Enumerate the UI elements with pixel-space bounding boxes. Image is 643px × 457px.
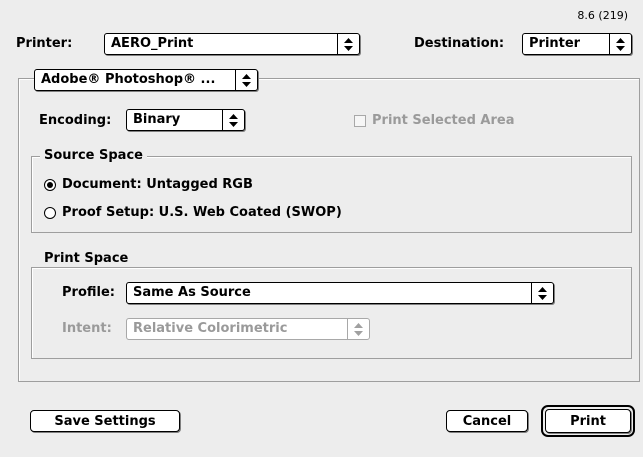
- encoding-label: Encoding:: [39, 113, 112, 128]
- save-settings-button[interactable]: Save Settings: [30, 410, 180, 432]
- source-document-radio[interactable]: [44, 179, 56, 191]
- destination-label: Destination:: [414, 36, 505, 51]
- source-proof-setup-radio[interactable]: [44, 207, 56, 219]
- print-button[interactable]: Print: [545, 409, 631, 433]
- up-down-arrows-icon: [609, 34, 631, 54]
- up-down-arrows-icon: [235, 70, 257, 90]
- printer-value: AERO_Print: [111, 36, 194, 51]
- intent-label: Intent:: [62, 321, 112, 336]
- version-label: 8.6 (219): [577, 9, 628, 22]
- encoding-value: Binary: [133, 112, 181, 127]
- source-proof-setup-label: Proof Setup: U.S. Web Coated (SWOP): [62, 205, 342, 220]
- source-space-title: Source Space: [40, 148, 147, 164]
- panel-popup[interactable]: Adobe® Photoshop® ...: [34, 69, 258, 91]
- print-selected-area-checkbox[interactable]: [354, 115, 366, 127]
- intent-value: Relative Colorimetric: [133, 321, 288, 336]
- panel-popup-value: Adobe® Photoshop® ...: [41, 72, 216, 87]
- up-down-arrows-icon: [347, 319, 369, 339]
- source-space-group: [31, 156, 632, 233]
- intent-popup[interactable]: Relative Colorimetric: [126, 318, 370, 340]
- up-down-arrows-icon: [222, 110, 244, 130]
- source-document-label: Document: Untagged RGB: [62, 177, 253, 192]
- profile-popup[interactable]: Same As Source: [126, 282, 554, 304]
- print-dialog: { "version": "8.6 (219)", "printer": { "…: [0, 0, 643, 457]
- profile-label: Profile:: [62, 285, 115, 300]
- encoding-popup[interactable]: Binary: [126, 109, 245, 131]
- print-space-title: Print Space: [40, 251, 133, 267]
- destination-popup[interactable]: Printer: [522, 33, 632, 55]
- print-space-group: [31, 267, 632, 359]
- profile-value: Same As Source: [133, 285, 251, 300]
- printer-popup[interactable]: AERO_Print: [104, 33, 360, 55]
- up-down-arrows-icon: [531, 283, 553, 303]
- print-selected-area-label: Print Selected Area: [372, 113, 515, 128]
- destination-value: Printer: [529, 36, 581, 51]
- cancel-button[interactable]: Cancel: [446, 410, 528, 432]
- up-down-arrows-icon: [337, 34, 359, 54]
- printer-label: Printer:: [16, 36, 73, 51]
